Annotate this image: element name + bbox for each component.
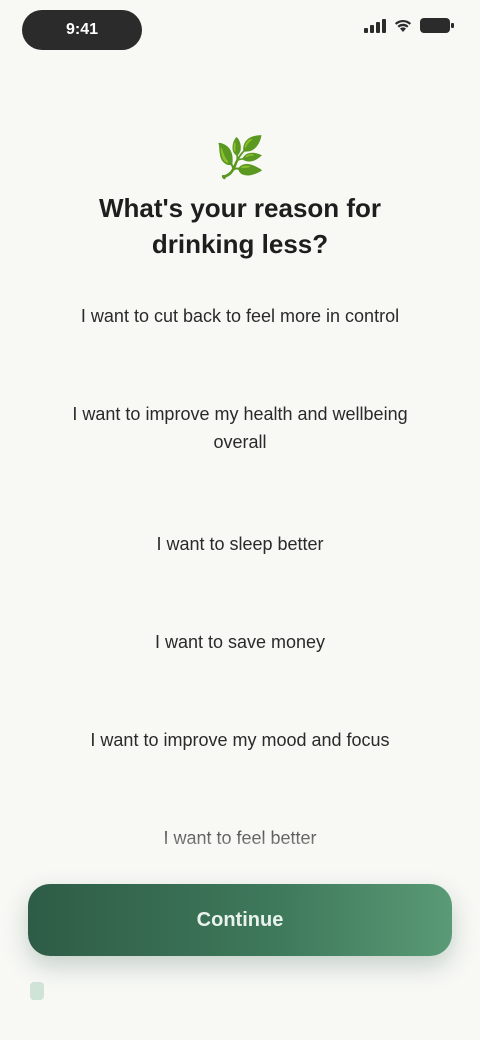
status-bar: 9:41 bbox=[0, 0, 480, 64]
wifi-icon bbox=[395, 19, 411, 32]
battery-icon bbox=[420, 18, 454, 33]
onboarding-screen: 9:41 🌿 What's your reason for drinking l… bbox=[0, 0, 480, 1040]
corner-indicator bbox=[30, 982, 44, 1000]
option-item[interactable]: I want to sleep better bbox=[32, 502, 448, 586]
signal-icon bbox=[364, 18, 386, 33]
question-title: What's your reason for drinking less? bbox=[98, 193, 382, 259]
option-item[interactable]: I want to improve my mood and focus bbox=[32, 698, 448, 782]
option-item[interactable]: I want to improve my health and wellbein… bbox=[32, 388, 448, 472]
continue-button[interactable]: Continue bbox=[28, 884, 452, 956]
option-item[interactable]: I want to feel better bbox=[32, 796, 448, 880]
header-emoji: 🌿 bbox=[215, 136, 265, 180]
option-item[interactable]: I want to save money bbox=[32, 600, 448, 684]
option-list: I want to cut back to feel more in contr… bbox=[32, 290, 448, 880]
status-time: 9:41 bbox=[22, 10, 142, 50]
option-item[interactable]: I want to cut back to feel more in contr… bbox=[32, 290, 448, 374]
status-icons bbox=[364, 18, 454, 33]
